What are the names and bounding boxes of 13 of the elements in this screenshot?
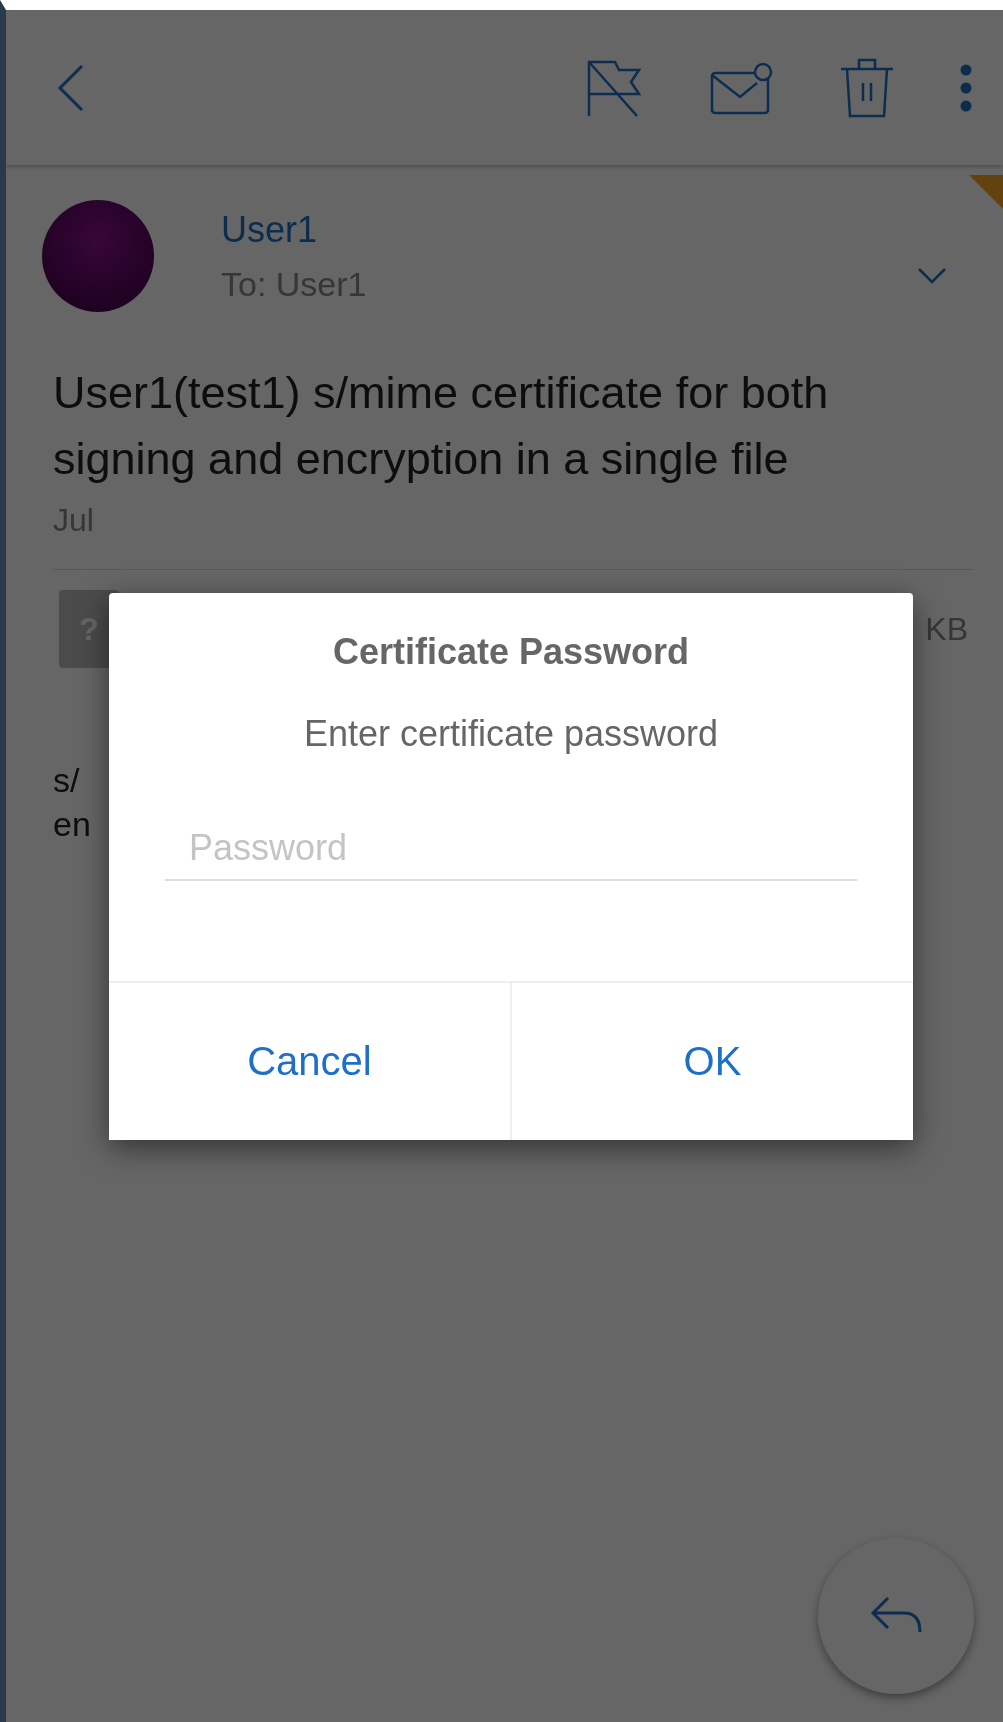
trash-icon[interactable] bbox=[839, 56, 895, 119]
email-subject: User1(test1) s/mime certificate for both signing and encryption in a single file bbox=[53, 366, 830, 486]
expand-chevron-icon[interactable] bbox=[917, 267, 947, 285]
dialog-message: Enter certificate password bbox=[303, 713, 719, 755]
body-text: en bbox=[53, 804, 92, 845]
dialog-button[interactable]: Cancel bbox=[109, 983, 510, 1140]
dialog-button[interactable]: OK bbox=[510, 983, 913, 1140]
mail-icon[interactable] bbox=[709, 60, 775, 115]
dialog-title: Certificate Password bbox=[332, 631, 690, 673]
corner-triangle-icon bbox=[969, 175, 1003, 209]
more-options-icon[interactable] bbox=[959, 63, 973, 112]
back-icon[interactable] bbox=[56, 63, 86, 112]
body-text: s/ bbox=[53, 760, 81, 801]
